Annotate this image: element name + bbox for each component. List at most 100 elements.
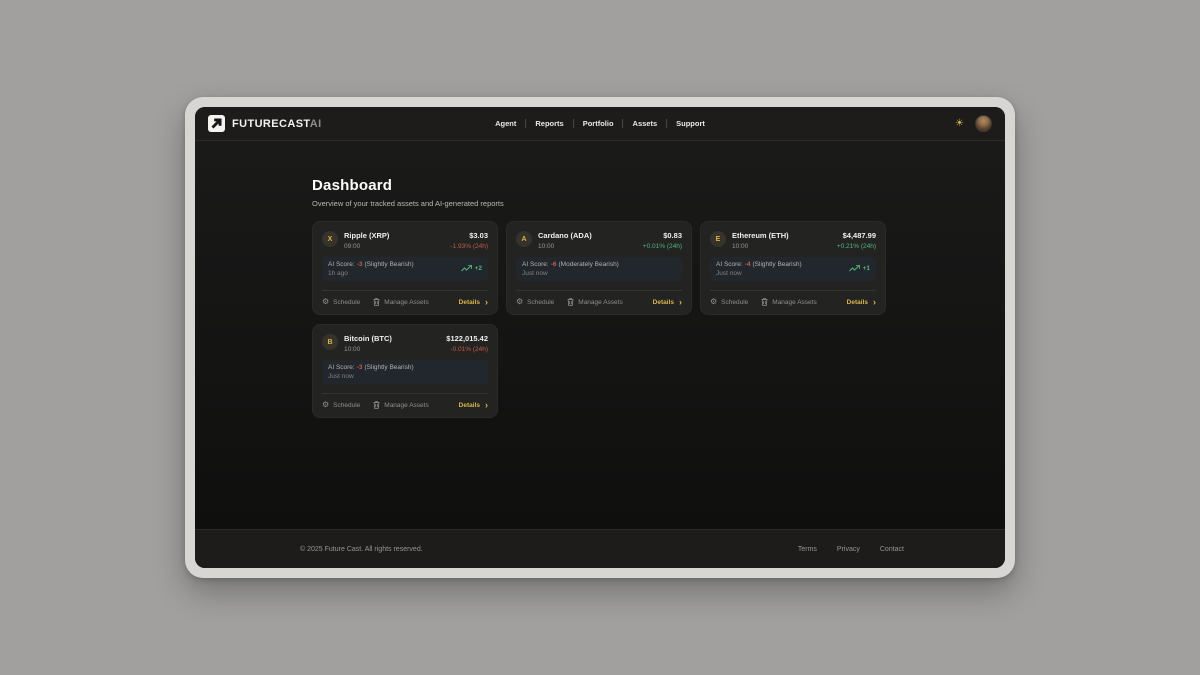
footer-link-privacy[interactable]: Privacy bbox=[837, 546, 860, 553]
nav-item-assets[interactable]: Assets bbox=[624, 119, 667, 128]
ai-score-sentiment: (Slightly Bearish) bbox=[365, 261, 414, 268]
card-header: X Ripple (XRP) 09:00 $3.03 -1.93% (24h) bbox=[322, 231, 488, 250]
ai-score-updated: Just now bbox=[328, 373, 414, 380]
footer-link-contact[interactable]: Contact bbox=[880, 546, 904, 553]
ai-score-label: AI Score: bbox=[716, 261, 743, 268]
page-subtitle: Overview of your tracked assets and AI-g… bbox=[312, 199, 1005, 208]
trash-icon bbox=[373, 401, 380, 409]
manage-assets-button[interactable]: Manage Assets bbox=[373, 401, 428, 409]
score-delta: +1 bbox=[849, 265, 870, 272]
page-footer: © 2025 Future Cast. All rights reserved.… bbox=[195, 529, 1005, 568]
gear-icon: ⚙ bbox=[322, 401, 329, 409]
page-title: Dashboard bbox=[312, 177, 1005, 194]
details-button[interactable]: Details› bbox=[459, 402, 488, 409]
trash-icon bbox=[567, 298, 574, 306]
asset-name: Bitcoin (BTC) bbox=[344, 334, 392, 343]
asset-card-ripple: X Ripple (XRP) 09:00 $3.03 -1.93% (24h) … bbox=[312, 221, 498, 315]
app-header: FUTURECASTAI Agent Reports Portfolio Ass… bbox=[195, 107, 1005, 141]
user-avatar[interactable] bbox=[975, 115, 992, 132]
manage-assets-button[interactable]: Manage Assets bbox=[567, 298, 622, 306]
details-button[interactable]: Details› bbox=[847, 299, 876, 306]
asset-change: +0.01% (24h) bbox=[643, 243, 682, 250]
ai-score-updated: Just now bbox=[716, 270, 802, 277]
asset-name: Ripple (XRP) bbox=[344, 231, 389, 240]
asset-price: $3.03 bbox=[450, 231, 488, 240]
card-actions: ⚙Schedule Manage Assets Details› bbox=[322, 394, 488, 409]
card-header: A Cardano (ADA) 10:00 $0.83 +0.01% (24h) bbox=[516, 231, 682, 250]
asset-change: +0.21% (24h) bbox=[837, 243, 876, 250]
brand-logo-icon bbox=[208, 115, 225, 132]
asset-card-ethereum: E Ethereum (ETH) 10:00 $4,487.99 +0.21% … bbox=[700, 221, 886, 315]
asset-report-time: 10:00 bbox=[732, 243, 789, 250]
main-content: Dashboard Overview of your tracked asset… bbox=[195, 141, 1005, 529]
gear-icon: ⚙ bbox=[516, 298, 523, 306]
asset-change: -0.01% (24h) bbox=[446, 346, 488, 353]
card-actions: ⚙Schedule Manage Assets Details› bbox=[322, 291, 488, 306]
schedule-button[interactable]: ⚙Schedule bbox=[710, 298, 748, 306]
asset-card-cardano: A Cardano (ADA) 10:00 $0.83 +0.01% (24h)… bbox=[506, 221, 692, 315]
asset-initial-badge: X bbox=[322, 231, 338, 247]
details-button[interactable]: Details› bbox=[459, 299, 488, 306]
ai-score-panel: AI Score:-3(Slightly Bearish) 1h ago +2 bbox=[322, 257, 488, 282]
score-delta-value: +2 bbox=[475, 265, 482, 272]
asset-report-time: 10:00 bbox=[538, 243, 592, 250]
brand[interactable]: FUTURECASTAI bbox=[208, 115, 322, 132]
score-delta-value: +1 bbox=[863, 265, 870, 272]
schedule-button[interactable]: ⚙Schedule bbox=[516, 298, 554, 306]
asset-change: -1.93% (24h) bbox=[450, 243, 488, 250]
asset-report-time: 09:00 bbox=[344, 243, 389, 250]
theme-toggle-sun-icon[interactable]: ☀ bbox=[955, 119, 964, 129]
ai-score-value: -3 bbox=[357, 364, 363, 371]
asset-card-grid: X Ripple (XRP) 09:00 $3.03 -1.93% (24h) … bbox=[312, 221, 1005, 418]
trend-up-icon bbox=[461, 265, 472, 272]
brand-name: FUTURECASTAI bbox=[232, 118, 322, 130]
asset-price: $0.83 bbox=[643, 231, 682, 240]
ai-score-value: -4 bbox=[745, 261, 751, 268]
chevron-right-icon: › bbox=[485, 299, 488, 305]
ai-score-label: AI Score: bbox=[328, 364, 355, 371]
trash-icon bbox=[373, 298, 380, 306]
asset-name: Ethereum (ETH) bbox=[732, 231, 789, 240]
gear-icon: ⚙ bbox=[322, 298, 329, 306]
asset-price: $122,015.42 bbox=[446, 334, 488, 343]
footer-link-terms[interactable]: Terms bbox=[798, 546, 817, 553]
ai-score-updated: 1h ago bbox=[328, 270, 414, 277]
nav-item-reports[interactable]: Reports bbox=[526, 119, 572, 128]
score-delta: +2 bbox=[461, 265, 482, 272]
manage-assets-button[interactable]: Manage Assets bbox=[373, 298, 428, 306]
chevron-right-icon: › bbox=[485, 402, 488, 408]
ai-score-label: AI Score: bbox=[522, 261, 549, 268]
manage-assets-button[interactable]: Manage Assets bbox=[761, 298, 816, 306]
card-actions: ⚙Schedule Manage Assets Details› bbox=[710, 291, 876, 306]
ai-score-sentiment: (Slightly Bearish) bbox=[365, 364, 414, 371]
device-frame: FUTURECASTAI Agent Reports Portfolio Ass… bbox=[185, 97, 1015, 578]
ai-score-panel: AI Score:-3(Slightly Bearish) Just now bbox=[322, 360, 488, 385]
asset-card-bitcoin: B Bitcoin (BTC) 10:00 $122,015.42 -0.01%… bbox=[312, 324, 498, 418]
nav-item-support[interactable]: Support bbox=[667, 119, 714, 128]
header-actions: ☀ bbox=[955, 115, 992, 132]
chevron-right-icon: › bbox=[873, 299, 876, 305]
nav-item-agent[interactable]: Agent bbox=[486, 119, 525, 128]
schedule-button[interactable]: ⚙Schedule bbox=[322, 401, 360, 409]
card-actions: ⚙Schedule Manage Assets Details› bbox=[516, 291, 682, 306]
main-nav: Agent Reports Portfolio Assets Support bbox=[486, 107, 714, 140]
ai-score-value: -6 bbox=[551, 261, 557, 268]
asset-initial-badge: B bbox=[322, 334, 338, 350]
footer-links: Terms Privacy Contact bbox=[798, 546, 904, 553]
app-window: FUTURECASTAI Agent Reports Portfolio Ass… bbox=[195, 107, 1005, 568]
schedule-button[interactable]: ⚙Schedule bbox=[322, 298, 360, 306]
card-header: E Ethereum (ETH) 10:00 $4,487.99 +0.21% … bbox=[710, 231, 876, 250]
asset-initial-badge: A bbox=[516, 231, 532, 247]
asset-price: $4,487.99 bbox=[837, 231, 876, 240]
ai-score-sentiment: (Moderately Bearish) bbox=[559, 261, 619, 268]
nav-item-portfolio[interactable]: Portfolio bbox=[574, 119, 623, 128]
details-button[interactable]: Details› bbox=[653, 299, 682, 306]
asset-report-time: 10:00 bbox=[344, 346, 392, 353]
asset-initial-badge: E bbox=[710, 231, 726, 247]
ai-score-sentiment: (Slightly Bearish) bbox=[753, 261, 802, 268]
ai-score-updated: Just now bbox=[522, 270, 619, 277]
ai-score-label: AI Score: bbox=[328, 261, 355, 268]
gear-icon: ⚙ bbox=[710, 298, 717, 306]
asset-name: Cardano (ADA) bbox=[538, 231, 592, 240]
copyright-text: © 2025 Future Cast. All rights reserved. bbox=[300, 546, 423, 553]
